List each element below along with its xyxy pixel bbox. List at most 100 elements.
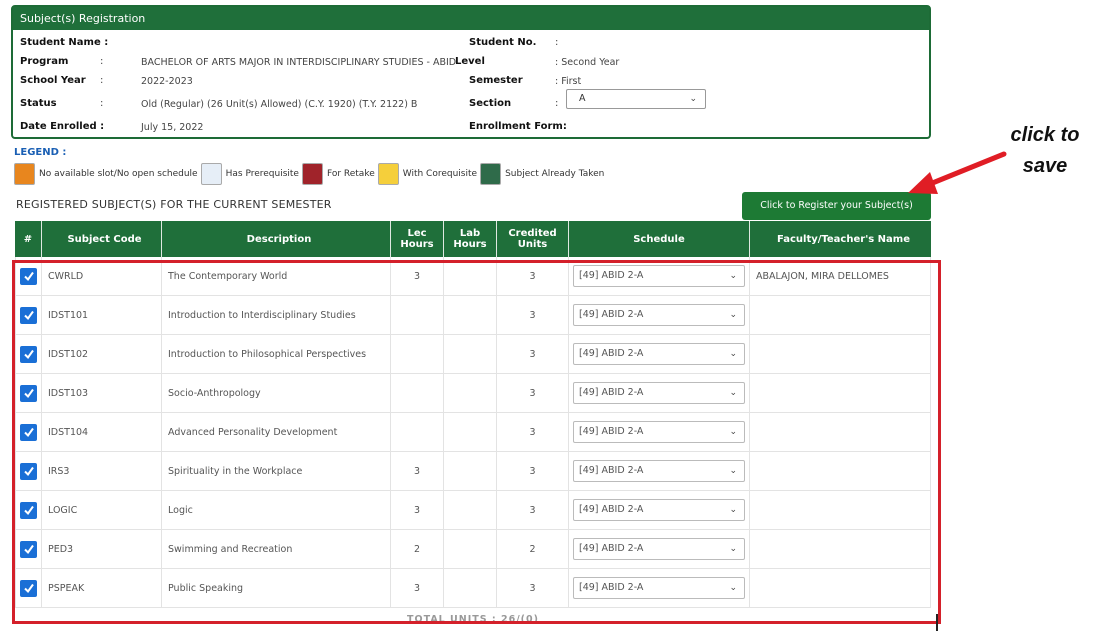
lec-hours: 3 [391,452,444,490]
legend-swatch-prerequisite [200,163,222,185]
schedule-select[interactable]: [49] ABID 2-A ⌄ [573,382,745,404]
schedule-select[interactable]: [49] ABID 2-A ⌄ [573,460,745,482]
subject-code: IDST102 [42,335,162,373]
schedule-select[interactable]: [49] ABID 2-A ⌄ [573,421,745,443]
status-value: Old (Regular) (26 Unit(s) Allowed) (C.Y.… [141,99,418,110]
checkmark-icon [23,271,34,282]
lab-hours [444,569,497,607]
subject-description: Advanced Personality Development [162,413,391,451]
schedule-value: [49] ABID 2-A [579,582,644,593]
schedule-value: [49] ABID 2-A [579,465,644,476]
checkmark-icon [23,466,34,477]
credited-units: 3 [497,296,569,334]
header-subject-code: Subject Code [42,221,162,257]
chevron-down-icon: ⌄ [729,388,737,398]
row-checkbox-cell [15,257,42,295]
total-units: TOTAL UNITS : 26/(0) [407,614,539,625]
level-value: : Second Year [555,57,620,68]
checkmark-icon [23,544,34,555]
header-schedule: Schedule [569,221,750,257]
faculty-name [750,374,931,412]
legend-swatch-taken [480,163,502,185]
panel-title: Subject(s) Registration [13,7,929,30]
school-year-value: 2022-2023 [141,76,193,87]
schedule-select[interactable]: [49] ABID 2-A ⌄ [573,499,745,521]
checkmark-icon [23,310,34,321]
annotation-line-2: save [1022,155,1068,177]
row-checkbox[interactable] [20,501,37,519]
schedule-cell: [49] ABID 2-A ⌄ [569,530,750,568]
lec-hours [391,296,444,334]
legend-label-retake: For Retake [326,169,375,179]
faculty-name [750,452,931,490]
program-value: BACHELOR OF ARTS MAJOR IN INTERDISCIPLIN… [141,57,457,68]
table-row: CWRLD The Contemporary World 3 3 [49] AB… [15,257,931,296]
legend-label-corequisite: With Corequisite [402,169,478,179]
header-lec-hours: Lec Hours [391,221,444,257]
faculty-name [750,491,931,529]
credited-units: 2 [497,530,569,568]
lec-hours: 3 [391,491,444,529]
chevron-down-icon: ⌄ [689,94,697,104]
checkmark-icon [23,349,34,360]
subjects-table-body: CWRLD The Contemporary World 3 3 [49] AB… [15,257,931,608]
schedule-select[interactable]: [49] ABID 2-A ⌄ [573,265,745,287]
header-faculty: Faculty/Teacher's Name [776,233,911,245]
subject-description: Swimming and Recreation [162,530,391,568]
subject-code: IDST101 [42,296,162,334]
schedule-value: [49] ABID 2-A [579,387,644,398]
school-year-label: School Year [20,75,86,86]
schedule-select[interactable]: [49] ABID 2-A ⌄ [573,304,745,326]
credited-units: 3 [497,335,569,373]
table-row: PED3 Swimming and Recreation 2 2 [49] AB… [15,530,931,569]
row-checkbox[interactable] [20,579,37,597]
registered-subjects-title: REGISTERED SUBJECT(S) FOR THE CURRENT SE… [16,198,332,211]
credited-units: 3 [497,374,569,412]
row-checkbox[interactable] [20,345,37,363]
subject-code: PED3 [42,530,162,568]
checkmark-icon [23,427,34,438]
level-label: Level [455,56,485,67]
row-checkbox[interactable] [20,540,37,558]
table-row: IRS3 Spirituality in the Workplace 3 3 [… [15,452,931,491]
faculty-name [750,413,931,451]
schedule-select[interactable]: [49] ABID 2-A ⌄ [573,343,745,365]
table-row: LOGIC Logic 3 3 [49] ABID 2-A ⌄ [15,491,931,530]
red-arrow-icon [908,151,1007,194]
legend-swatch-no-slot [14,163,35,185]
chevron-down-icon: ⌄ [729,271,737,281]
lab-hours [444,335,497,373]
annotation-line-1: click to [1010,124,1080,146]
lab-hours [444,530,497,568]
subject-code: IDST103 [42,374,162,412]
credited-units: 3 [497,452,569,490]
section-select[interactable]: A ⌄ [566,89,706,109]
subject-description: Socio-Anthropology [162,374,391,412]
schedule-value: [49] ABID 2-A [579,426,644,437]
subject-code: PSPEAK [42,569,162,607]
row-checkbox[interactable] [20,423,37,441]
chevron-down-icon: ⌄ [729,544,737,554]
legend-label-taken: Subject Already Taken [505,169,605,179]
program-label: Program [20,56,69,67]
schedule-select[interactable]: [49] ABID 2-A ⌄ [573,538,745,560]
legend-title: LEGEND : [14,147,67,158]
click-to-save-annotation: click to save [995,120,1095,182]
legend: No available slot/No open schedule Has P… [14,162,607,186]
faculty-name [750,335,931,373]
schedule-value: [49] ABID 2-A [579,348,644,359]
checkmark-icon [23,505,34,516]
lab-hours [444,257,497,295]
row-checkbox[interactable] [20,384,37,402]
row-checkbox[interactable] [20,462,37,480]
subject-code: LOGIC [42,491,162,529]
section-colon: : [555,98,559,109]
chevron-down-icon: ⌄ [729,310,737,320]
legend-label-prerequisite: Has Prerequisite [225,169,299,179]
lec-hours [391,374,444,412]
row-checkbox[interactable] [20,306,37,324]
header-description: Description [162,221,391,257]
schedule-value: [49] ABID 2-A [579,504,644,515]
row-checkbox[interactable] [20,267,37,285]
schedule-select[interactable]: [49] ABID 2-A ⌄ [573,577,745,599]
